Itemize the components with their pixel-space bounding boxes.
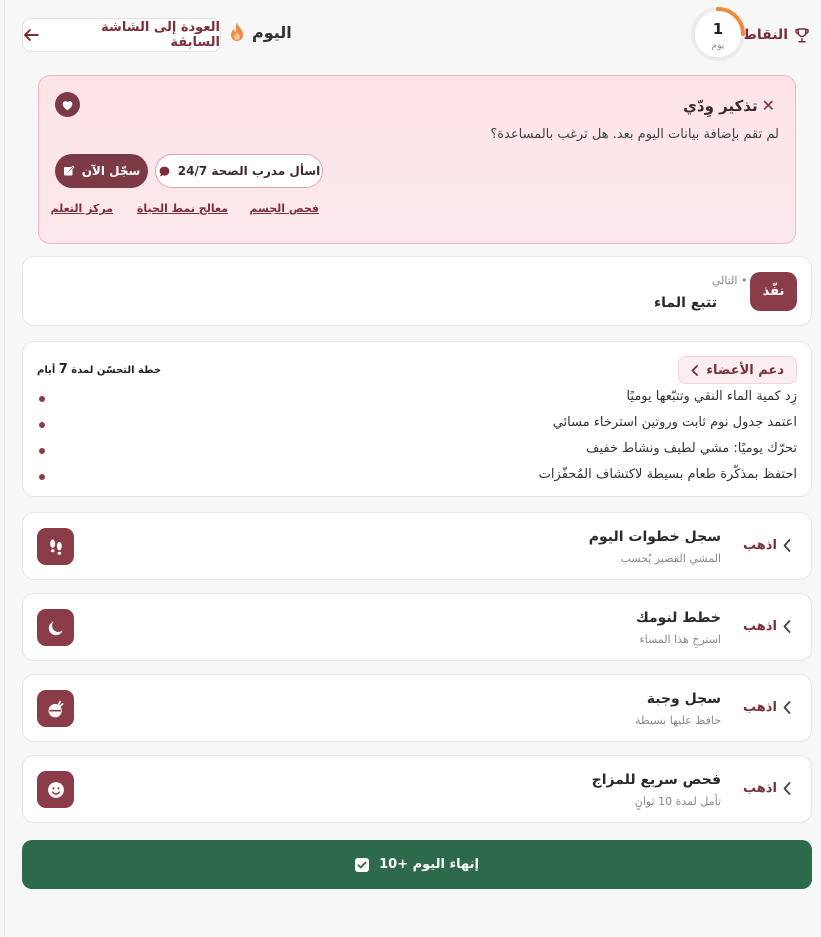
reminder-title: تذكير وِدّي [683, 96, 758, 115]
meal-icon [37, 690, 74, 727]
task-title: سجل وجبة [646, 691, 721, 707]
plan-item-text: تحرّك يوميًا: مشي لطيف ونشاط خفيف [586, 441, 797, 456]
go-label: اذهب [743, 700, 777, 715]
go-label: اذهب [743, 619, 777, 634]
smile-icon [37, 771, 74, 808]
plan-list: زِد كمية الماء النقي وتتبّعها يوميًا اعت… [37, 389, 797, 493]
coach-label: اسأل مدرب الصحة 24/7 [177, 164, 321, 178]
streak-ring: 1 يوم [690, 6, 746, 62]
task-title: سجل خطوات اليوم [588, 529, 721, 545]
back-button[interactable]: العودة إلى الشاشة السابقة [22, 18, 221, 52]
task-title: فحص سريع للمزاج [591, 772, 721, 788]
log-now-button[interactable]: سجّل الآن [55, 154, 148, 188]
points-label: النقاط [742, 27, 788, 43]
plan-item-text: اعتمد جدول نوم ثابت وروتين استرخاء مسائي [552, 415, 797, 430]
task-card-steps[interactable]: سجل خطوات اليوم المشي القصير يُحسب اذهب [22, 512, 812, 580]
chevron-left-icon [783, 539, 791, 552]
list-item: تحرّك يوميًا: مشي لطيف ونشاط خفيف [37, 441, 797, 467]
heart-icon [55, 92, 80, 117]
reminder-title-row: ✕ تذكير وِدّي [683, 96, 775, 115]
improvement-plan-card: دعم الأعضاء خطة التحسّن لمدة 7 أيام زِد … [22, 341, 812, 497]
bullet [39, 422, 45, 428]
chat-bubble-icon [159, 166, 170, 176]
friendly-reminder: ✕ تذكير وِدّي لم تقم بإضافة بيانات اليوم… [38, 75, 796, 244]
header: النقاط 1 يوم اليوم العودة إلى الشاشة الس… [0, 0, 821, 70]
task-card-meal[interactable]: سجل وجبة حافظ عليها بسيطة اذهب [22, 674, 812, 742]
plan-title-days: 7 [58, 362, 68, 377]
finish-day-button[interactable]: إنهاء اليوم +10 [22, 840, 812, 889]
task-subtitle: استرخِ هذا المساء [639, 633, 722, 646]
go-button[interactable]: اذهب [743, 538, 791, 553]
edit-icon [63, 165, 75, 176]
streak-number: 1 [712, 20, 724, 38]
arrow-left-icon [23, 29, 39, 41]
list-item: زِد كمية الماء النقي وتتبّعها يوميًا [37, 389, 797, 415]
log-now-label: سجّل الآن [81, 164, 141, 178]
reminder-text: لم تقم بإضافة بيانات اليوم بعد. هل ترغب … [490, 127, 779, 142]
organ-support-chip[interactable]: دعم الأعضاء [678, 356, 797, 384]
flame-icon [231, 23, 243, 41]
reminder-links: فحص الجسم معالج نمط الحياة مركز التعلم [51, 202, 319, 222]
plan-item-text: زِد كمية الماء النقي وتتبّعها يوميًا [626, 389, 797, 404]
go-button[interactable]: اذهب [743, 781, 791, 796]
chevron-left-icon [783, 620, 791, 633]
ask-coach-button[interactable]: اسأل مدرب الصحة 24/7 [155, 154, 323, 188]
checkbox-icon [355, 857, 370, 872]
task-subtitle: تأمل لمدة 10 ثوانٍ [634, 795, 721, 808]
task-subtitle: المشي القصير يُحسب [620, 552, 721, 565]
today-label: اليوم [252, 22, 292, 42]
streak-unit: يوم [711, 41, 725, 51]
task-subtitle: حافظ عليها بسيطة [635, 714, 721, 727]
list-item: اعتمد جدول نوم ثابت وروتين استرخاء مسائي [37, 415, 797, 441]
go-label: اذهب [743, 781, 777, 796]
trophy-icon [795, 28, 809, 43]
close-icon[interactable]: ✕ [762, 96, 775, 115]
today-indicator: اليوم [230, 22, 292, 42]
plan-title-prefix: خطة التحسّن لمدة [71, 365, 162, 376]
finish-label: إنهاء اليوم +10 [379, 857, 479, 872]
go-label: اذهب [743, 538, 777, 553]
plan-item-text: احتفظ بمذكّرة طعام بسيطة لاكتشاف المُحفّ… [538, 467, 797, 482]
task-card-mood[interactable]: فحص سريع للمزاج تأمل لمدة 10 ثوانٍ اذهب [22, 755, 812, 823]
link-lifestyle-coach[interactable]: معالج نمط الحياة [137, 202, 228, 215]
link-learning-center[interactable]: مركز التعلم [51, 202, 113, 215]
task-title: خطط لنومك [635, 610, 721, 626]
link-body-check[interactable]: فحص الجسم [249, 202, 319, 215]
moon-icon [37, 609, 74, 646]
left-border [4, 0, 5, 937]
chip-label: دعم الأعضاء [706, 362, 784, 378]
list-item: احتفظ بمذكّرة طعام بسيطة لاكتشاف المُحفّ… [37, 467, 797, 493]
task-card-sleep[interactable]: خطط لنومك استرخِ هذا المساء اذهب [22, 593, 812, 661]
plan-title-suffix: أيام [37, 365, 56, 376]
back-label: العودة إلى الشاشة السابقة [101, 20, 220, 50]
go-button[interactable]: اذهب [743, 619, 791, 634]
chevron-left-icon [783, 782, 791, 795]
go-button[interactable]: اذهب [743, 700, 791, 715]
do-button[interactable]: نفّذ [750, 272, 797, 311]
chevron-left-icon [691, 364, 699, 376]
points[interactable]: النقاط [742, 26, 811, 44]
bullet [39, 448, 45, 454]
footsteps-icon [37, 528, 74, 565]
plan-title: خطة التحسّن لمدة 7 أيام [37, 362, 161, 377]
next-task-name: تتبع الماء [654, 295, 717, 311]
bullet [39, 396, 45, 402]
next-task-card: يوم 1 • التالي تتبع الماء نفّذ [22, 256, 812, 326]
chevron-left-icon [783, 701, 791, 714]
bullet [39, 474, 45, 480]
